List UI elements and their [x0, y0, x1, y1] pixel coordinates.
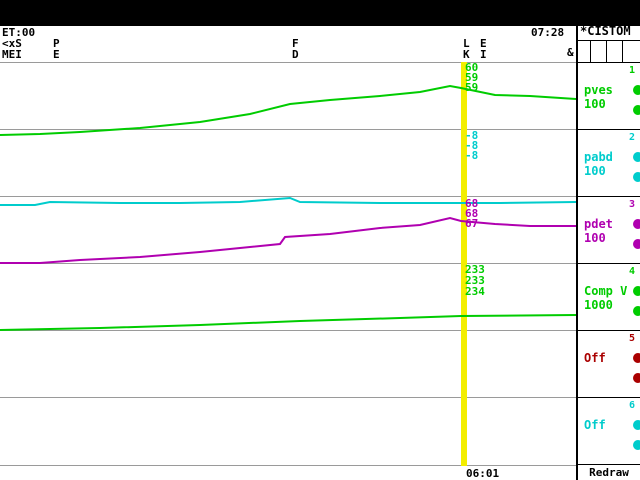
cursor-pdet-3: 67 [465, 217, 479, 230]
channel-3-name[interactable]: pdet [584, 217, 613, 231]
marker-PE[interactable]: P E [53, 38, 60, 60]
channel-3-indicator-icon [633, 219, 640, 229]
channel-2-scale: 100 [584, 164, 606, 178]
marker-EI[interactable]: E I [480, 38, 487, 60]
channel-4-name[interactable]: Comp V [584, 284, 627, 298]
channel-2-indicator-icon [633, 152, 640, 162]
channel-5-indicator2-icon [633, 373, 640, 383]
channel-6-name[interactable]: Off [584, 418, 606, 432]
channel-2-name[interactable]: pabd [584, 150, 613, 164]
channel-6-indicator-icon [633, 420, 640, 430]
channel-1-number: 1 [629, 65, 636, 76]
channel-5-name[interactable]: Off [584, 351, 606, 365]
cursor-time: 06:01 [466, 467, 500, 480]
trace-pabd [0, 196, 576, 206]
channel-1-indicator2-icon [633, 105, 640, 115]
channel-4-scale: 1000 [584, 298, 613, 312]
channel-3-number: 3 [629, 199, 636, 210]
marker-row: ET:00 <xS MEI P E F D L K E I & 07:28 [0, 26, 640, 62]
channel-6-indicator2-icon [633, 440, 640, 450]
marker-LK[interactable]: L K [463, 38, 470, 60]
trace-pdet [0, 216, 576, 264]
channel-4-indicator-icon [633, 286, 640, 296]
trace-compv [0, 314, 576, 331]
channel-5-indicator-icon [633, 353, 640, 363]
channel-5-number: 5 [629, 333, 636, 344]
channel-3-indicator2-icon [633, 239, 640, 249]
channel-6-number: 6 [629, 400, 636, 411]
trace-pves [0, 84, 576, 136]
marker-amp[interactable]: & [567, 47, 574, 58]
mode-label-bottom: MEI [2, 48, 22, 61]
cursor-pves-3: 59 [465, 81, 479, 94]
marker-FD[interactable]: F D [292, 38, 299, 60]
cursor-pabd-3: -8 [465, 149, 479, 162]
top-black-bar [0, 0, 640, 26]
channel-4-indicator2-icon [633, 306, 640, 316]
redraw-button[interactable]: Redraw [578, 466, 640, 479]
cursor-compv-3: 234 [465, 285, 485, 298]
channel-2-number: 2 [629, 132, 636, 143]
program-title: *CISTOM [580, 24, 631, 38]
channel-1-scale: 100 [584, 97, 606, 111]
channel-2-indicator2-icon [633, 172, 640, 182]
channel-4-number: 4 [629, 266, 636, 277]
channel-3-scale: 100 [584, 231, 606, 245]
channel-1-name[interactable]: pves [584, 83, 613, 97]
clock-time: 07:28 [531, 26, 565, 39]
trace-svg [0, 84, 576, 331]
channel-1-indicator-icon [633, 85, 640, 95]
